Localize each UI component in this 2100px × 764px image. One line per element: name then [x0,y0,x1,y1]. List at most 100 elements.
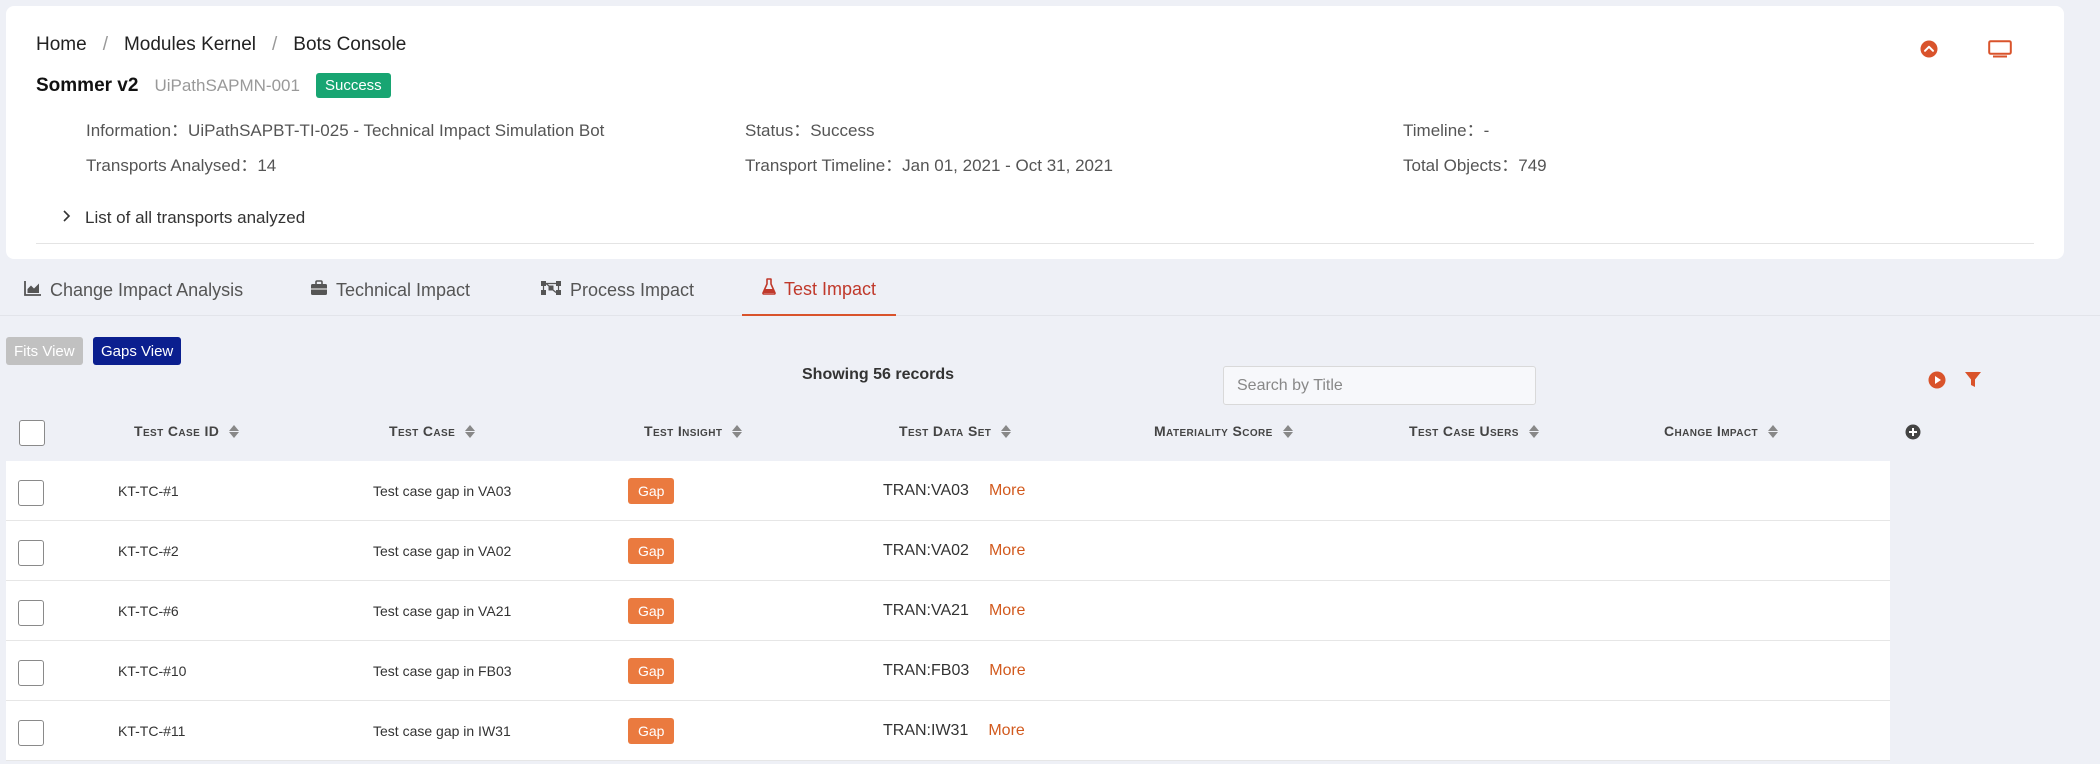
row-checkbox[interactable] [18,660,44,686]
select-all-checkbox[interactable] [19,420,45,446]
tab-label: Process Impact [570,279,695,300]
breadcrumb: Home / Modules Kernel / Bots Console [36,34,406,56]
test-case-id: KT-TC-#6 [118,603,179,619]
test-case-title: Test case gap in VA21 [373,603,512,619]
column-label: Change Impact [1664,423,1759,439]
insight-badge: Gap [628,478,675,504]
tab-technical-impact[interactable]: Technical Impact [310,264,470,316]
records-count: Showing 56 records [802,366,955,383]
sort-icon [732,424,743,438]
info-transport-timeline: Transport Timeline：Jan 01, 2021 - Oct 31… [745,156,1113,175]
nodes-icon [540,280,562,301]
tab-process-impact[interactable]: Process Impact [540,264,694,316]
status-badge: Success [315,73,391,98]
column-header-test-case-id[interactable]: Test Case ID [134,423,240,439]
test-data-set: TRAN:VA03 [883,482,969,499]
column-header-change-impact[interactable]: Change Impact [1664,423,1779,439]
gaps-view-button[interactable]: Gaps View [93,337,182,365]
info-timeline: Timeline：- [1403,121,1490,140]
breadcrumb-home[interactable]: Home [36,34,87,56]
tab-change-impact-analysis[interactable]: Change Impact Analysis [24,264,243,316]
insight-badge: Gap [628,538,675,564]
test-case-id: KT-TC-#11 [118,723,186,739]
tab-test-impact[interactable]: Test Impact [742,264,897,316]
column-header-test-case[interactable]: Test Case [389,423,476,439]
monitor-icon[interactable] [1988,40,2012,58]
insight-badge: Gap [628,598,675,624]
table-row[interactable]: KT-TC-#1 Test case gap in VA03 Gap TRAN:… [6,461,1890,521]
test-data-set: TRAN:VA21 [883,602,969,619]
test-case-id: KT-TC-#2 [118,543,179,559]
sort-icon [1768,424,1779,438]
column-header-test-insight[interactable]: Test Insight [644,423,743,439]
table-row[interactable]: KT-TC-#10 Test case gap in FB03 Gap TRAN… [6,641,1890,701]
tab-label: Technical Impact [336,279,471,300]
insight-badge: Gap [628,658,675,684]
column-label: Materiality Score [1154,423,1273,439]
search-input[interactable] [1223,366,1536,405]
more-link[interactable]: More [988,722,1024,740]
bot-title-row: Sommer v2 UiPathSAPMN-001 Success [36,73,391,98]
test-case-id: KT-TC-#1 [118,483,179,499]
info-information: Information：UiPathSAPBT-TI-025 - Technic… [86,121,605,140]
table-row[interactable]: KT-TC-#2 Test case gap in VA02 Gap TRAN:… [6,521,1890,581]
more-link[interactable]: More [989,482,1025,500]
divider [36,243,2034,244]
info-status: Status：Success [745,121,875,140]
chevron-up-circle-icon[interactable] [1920,40,1938,58]
header-actions [1920,40,2012,58]
sort-icon [465,424,476,438]
table-actions [1928,371,1982,394]
sort-icon [1282,424,1293,438]
tab-label: Change Impact Analysis [50,279,244,300]
table-row[interactable]: KT-TC-#6 Test case gap in VA21 Gap TRAN:… [6,581,1890,641]
area-chart-icon [24,280,42,301]
column-label: Test Case Users [1409,423,1519,439]
sort-icon [1001,424,1012,438]
add-column-icon[interactable] [1905,424,1921,445]
column-header-materiality-score[interactable]: Materiality Score [1154,423,1293,439]
insight-badge: Gap [628,718,675,744]
info-total-objects: Total Objects：749 [1403,156,1547,175]
test-case-title: Test case gap in VA02 [373,543,512,559]
column-label: Test Data Set [899,423,992,439]
more-link[interactable]: More [989,542,1025,560]
test-case-id: KT-TC-#10 [118,663,187,679]
breadcrumb-separator: / [272,34,278,55]
column-header-test-case-users[interactable]: Test Case Users [1409,423,1539,439]
row-checkbox[interactable] [18,600,44,626]
impact-tabs: Change Impact Analysis Technical Impact … [0,264,2100,316]
test-case-title: Test case gap in IW31 [373,723,511,739]
test-case-title: Test case gap in FB03 [373,663,512,679]
chevron-right-icon [62,209,71,227]
row-checkbox[interactable] [18,540,44,566]
bot-name: Sommer v2 [36,74,139,96]
filter-icon[interactable] [1964,371,1982,394]
row-checkbox[interactable] [18,480,44,506]
flask-icon [762,278,776,300]
table-row[interactable]: KT-TC-#11 Test case gap in IW31 Gap TRAN… [6,701,1890,761]
sort-icon [229,424,240,438]
transports-list-toggle[interactable]: List of all transports analyzed [62,208,305,228]
test-impact-table: KT-TC-#1 Test case gap in VA03 Gap TRAN:… [6,461,1890,761]
tab-label: Test Impact [784,278,877,299]
test-data-set: TRAN:FB03 [883,662,970,679]
more-link[interactable]: More [989,602,1025,620]
fits-view-button[interactable]: Fits View [6,337,83,365]
sort-icon [1528,424,1539,438]
column-label: Test Case [389,423,456,439]
breadcrumb-separator: / [102,34,108,55]
column-header-test-data-set[interactable]: Test Data Set [899,423,1012,439]
briefcase-icon [310,279,328,301]
breadcrumb-modules-kernel[interactable]: Modules Kernel [124,34,256,56]
row-checkbox[interactable] [18,720,44,746]
breadcrumb-bots-console: Bots Console [293,34,407,55]
bot-id: UiPathSAPMN-001 [154,75,300,95]
info-transports-analysed: Transports Analysed：14 [86,156,277,175]
table-header: Test Case ID Test Case Test Insight Test… [0,413,2100,453]
test-case-title: Test case gap in VA03 [373,483,512,499]
play-circle-icon[interactable] [1928,371,1946,394]
test-data-set: TRAN:IW31 [883,722,969,739]
bot-summary-card: Home / Modules Kernel / Bots Console Som… [6,6,2064,259]
more-link[interactable]: More [989,662,1025,680]
